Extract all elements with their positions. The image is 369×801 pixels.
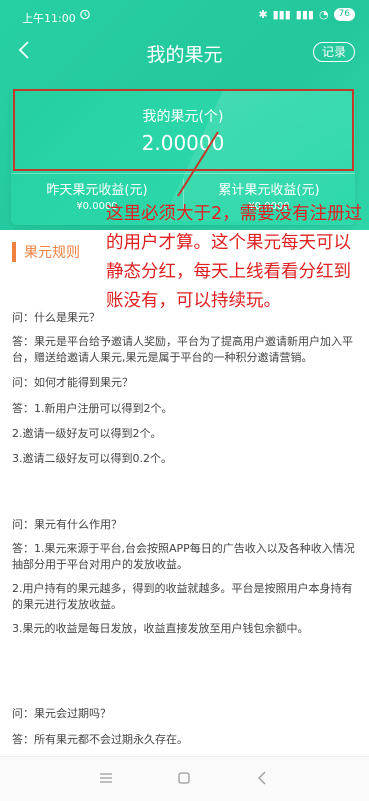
section-marker [12,242,16,262]
faq-item: 问：果元有什么作用？ 答：1.果元来源于平台,台会按照APP每日的广告收入以及各… [12,517,357,637]
rules-title: 果元规则 [24,245,80,261]
faq-question: 问：果元会过期吗？ [12,707,111,720]
faq-item: 问：如何才能得到果元？ 答：1.新用户注册可以得到2个。 2.邀请一级好友可以得… [12,375,357,467]
faq-answer: 答：1.果元来源于平台,台会按照APP每日的广告收入以及各种收入情况抽部分用于平… [12,542,355,571]
back-nav-icon[interactable] [257,771,267,785]
faq-question: 问：什么是果元？ [12,311,100,324]
rules-section-header: 果元规则 [12,241,80,263]
faq-answer: 答：所有果元都不会过期永久存在。 [12,733,188,746]
menu-icon[interactable] [99,772,113,784]
faq-answer: 2.邀请一级好友可以得到2个。 [12,427,162,440]
faq-answer: 答：1.新用户注册可以得到2个。 [12,402,173,415]
faq-answer: 2.用户持有的果元越多，得到的收益就越多。平台是按照用户本身持有的果元进行发放收… [12,582,353,611]
faq-answer: 3.邀请二级好友可以得到0.2个。 [12,452,172,465]
home-icon[interactable] [178,772,190,784]
faq-answer: 3.果元的收益是每日发放，收益直接发放至用户钱包余额中。 [12,622,309,635]
system-nav-bar [0,756,369,801]
faq-item: 问：果元会过期吗？ 答：所有果元都不会过期永久存在。 [12,706,357,748]
faq-question: 问：果元有什么作用？ [12,518,122,531]
faq-question: 问：如何才能得到果元？ [12,376,133,389]
faq-item: 问：什么是果元？ 答：果元是平台给予邀请人奖励，平台为了提高用户邀请新用户加入平… [12,310,357,366]
annotation-text: 这里必须大于2，需要没有注册过的用户才算。这个果元每天可以静态分红，每天上线看看… [106,204,363,311]
faq-answer: 答：果元是平台给予邀请人奖励，平台为了提高用户邀请新用户加入平台，赠送给邀请人果… [12,335,353,364]
